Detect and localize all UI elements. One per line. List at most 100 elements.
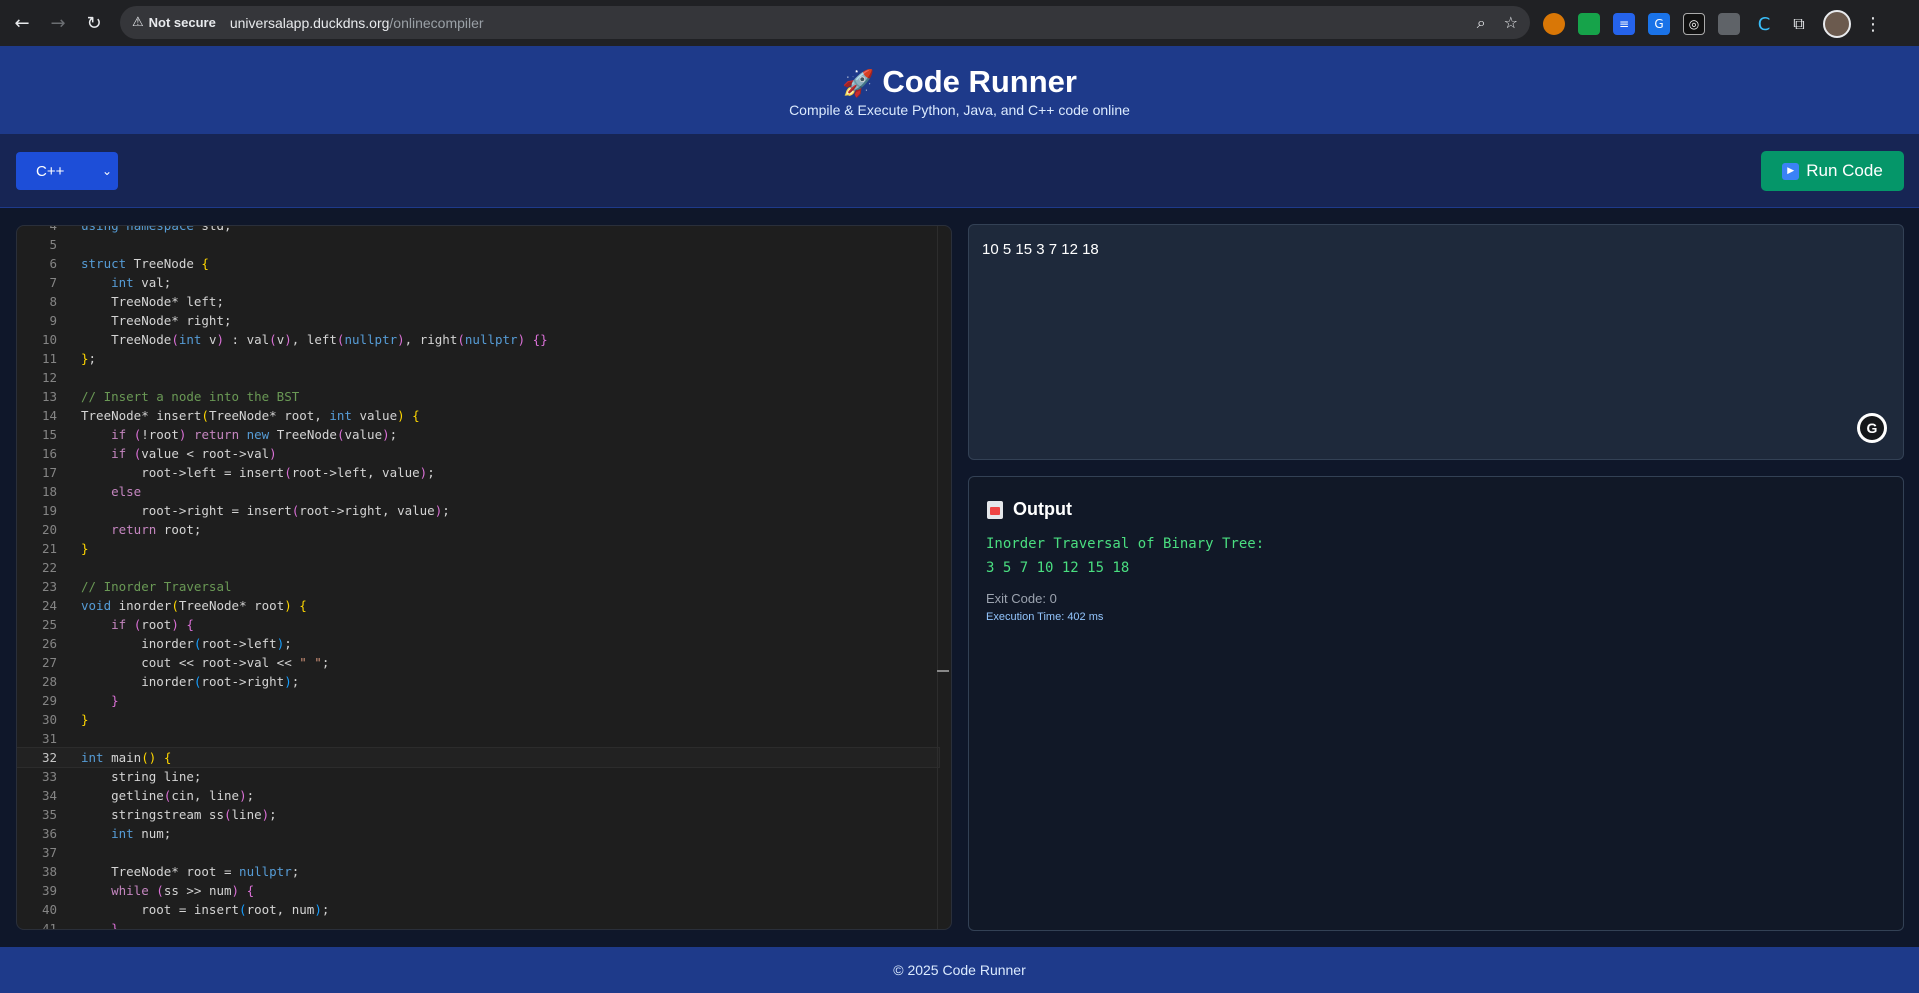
not-secure-chip[interactable]: ⚠ Not secure (132, 15, 216, 30)
code-line[interactable]: 27 cout << root->val << " "; (17, 653, 939, 672)
reload-icon[interactable]: ↻ (80, 9, 108, 37)
sliders-extension-icon[interactable]: ≡ (1613, 13, 1635, 35)
code-line[interactable]: 25 if (root) { (17, 615, 939, 634)
code-text: stringstream ss(line); (81, 807, 277, 822)
line-number: 5 (49, 237, 57, 252)
code-line[interactable]: 7 int val; (17, 273, 939, 292)
code-line[interactable]: 29 } (17, 691, 939, 710)
cookie-extension-icon[interactable] (1543, 13, 1565, 35)
translate-extension-icon[interactable]: G (1648, 13, 1670, 35)
code-line[interactable]: 8 TreeNode* left; (17, 292, 939, 311)
line-number: 20 (41, 522, 57, 537)
code-line[interactable]: 11}; (17, 349, 939, 368)
run-code-button[interactable]: ▶ Run Code (1761, 151, 1904, 191)
line-number: 41 (41, 921, 57, 930)
code-line[interactable]: 15 if (!root) return new TreeNode(value)… (17, 425, 939, 444)
line-number: 10 (41, 332, 57, 347)
profile-avatar[interactable] (1823, 10, 1851, 38)
program-output: Inorder Traversal of Binary Tree: 3 5 7 … (986, 536, 1265, 576)
code-line[interactable]: 38 TreeNode* root = nullptr; (17, 862, 939, 881)
url-path: /onlinecompiler (389, 14, 484, 31)
code-line[interactable]: 34 getline(cin, line); (17, 786, 939, 805)
execution-time: Execution Time: 402 ms (986, 611, 1104, 623)
code-text: if (value < root->val) (111, 446, 277, 461)
code-line[interactable]: 9 TreeNode* right; (17, 311, 939, 330)
line-number: 27 (41, 655, 57, 670)
app-title-text: Code Runner (882, 64, 1077, 99)
code-line[interactable]: 41 } (17, 919, 939, 930)
code-line[interactable]: 10 TreeNode(int v) : val(v), left(nullpt… (17, 330, 939, 349)
warning-icon: ⚠ (132, 15, 144, 30)
code-line[interactable]: 18 else (17, 482, 939, 501)
window-extension-icon[interactable] (1718, 13, 1740, 35)
code-text: if (!root) return new TreeNode(value); (111, 427, 398, 442)
line-number: 37 (41, 845, 57, 860)
bookmark-star-icon[interactable]: ☆ (1504, 13, 1518, 33)
code-line[interactable]: 17 root->left = insert(root->left, value… (17, 463, 939, 482)
code-line[interactable]: 14 TreeNode* insert(TreeNode* root, int v… (17, 406, 939, 425)
code-lines: 4 using namespace std; 5 6 struct TreeNode {… (17, 225, 940, 930)
code-line[interactable]: 28 inorder(root->right); (17, 672, 939, 691)
code-line[interactable]: 20 return root; (17, 520, 939, 539)
puzzle-extensions-icon[interactable]: ⧉ (1788, 13, 1810, 35)
line-number: 34 (41, 788, 57, 803)
folder-extension-icon[interactable] (1578, 13, 1600, 35)
code-line[interactable]: 32 int main() { (17, 747, 940, 768)
code-line[interactable]: 21} (17, 539, 939, 558)
code-text: void inorder(TreeNode* root) { (81, 598, 307, 613)
code-line[interactable]: 37 (17, 843, 939, 862)
spy-extension-icon[interactable]: ◎ (1683, 13, 1705, 35)
play-icon: ▶ (1782, 162, 1800, 180)
line-number: 15 (41, 427, 57, 442)
back-icon[interactable]: ← (8, 9, 36, 37)
code-line[interactable]: 19 root->right = insert(root->right, val… (17, 501, 939, 520)
browser-menu-icon[interactable]: ⋮ (1864, 14, 1882, 35)
line-number: 8 (49, 294, 57, 309)
code-line[interactable]: 22 (17, 558, 939, 577)
code-line[interactable]: 6 struct TreeNode { (17, 254, 939, 273)
code-line[interactable]: 24 void inorder(TreeNode* root) { (17, 596, 939, 615)
code-text: int val; (111, 275, 172, 290)
address-bar[interactable]: ⚠ Not secure universalapp.duckdns.org/on… (120, 6, 1530, 39)
not-secure-label: Not secure (148, 15, 216, 30)
output-title: Output (1013, 499, 1072, 519)
line-number: 32 (41, 750, 57, 765)
line-number: 30 (41, 712, 57, 727)
code-line[interactable]: 26 inorder(root->left); (17, 634, 939, 653)
code-line[interactable]: 39 while (ss >> num) { (17, 881, 939, 900)
code-line[interactable]: 36 int num; (17, 824, 939, 843)
url-text[interactable]: universalapp.duckdns.org/onlinecompiler (230, 15, 484, 31)
editor-scrollbar[interactable] (937, 226, 951, 929)
code-line[interactable]: 4 using namespace std; (17, 225, 939, 235)
code-line[interactable]: 12 (17, 368, 939, 387)
code-line[interactable]: 40 root = insert(root, num); (17, 900, 939, 919)
forward-icon[interactable]: → (44, 9, 72, 37)
stdin-input[interactable]: 10 5 15 3 7 12 18 G (968, 224, 1904, 460)
footer-text: © 2025 Code Runner (893, 962, 1026, 978)
code-line[interactable]: 13 // Insert a node into the BST (17, 387, 939, 406)
language-select[interactable]: C++ ⌄ (16, 152, 118, 190)
grammarly-icon[interactable]: G (1857, 413, 1887, 443)
code-text: TreeNode* right; (81, 313, 232, 328)
app-header: 🚀 Code Runner Compile & Execute Python, J… (0, 46, 1919, 134)
code-editor[interactable]: 4 using namespace std; 5 6 struct TreeNode {… (16, 225, 952, 930)
line-number: 18 (41, 484, 57, 499)
zoom-icon[interactable]: ⌕ (1477, 13, 1486, 33)
code-line[interactable]: 16 if (value < root->val) (17, 444, 939, 463)
code-text: root->left = insert(root->left, value); (81, 465, 435, 480)
code-text: TreeNode(int v) : val(v), left(nullptr),… (81, 332, 548, 347)
c-extension-icon[interactable]: C (1753, 13, 1775, 35)
code-line[interactable]: 5 (17, 235, 939, 254)
app-toolbar: C++ ⌄ ▶ Run Code (0, 134, 1919, 208)
code-line[interactable]: 35 stringstream ss(line); (17, 805, 939, 824)
code-line[interactable]: 33 string line; (17, 767, 939, 786)
code-line[interactable]: 31 (17, 729, 939, 748)
code-text: } (81, 712, 89, 727)
code-text: root = insert(root, num); (81, 902, 330, 917)
page-footer: © 2025 Code Runner (0, 947, 1919, 993)
line-number: 14 (41, 408, 57, 423)
code-text: using namespace std; (81, 225, 232, 233)
code-line[interactable]: 23 // Inorder Traversal (17, 577, 939, 596)
code-text: // Insert a node into the BST (81, 389, 300, 404)
code-line[interactable]: 30} (17, 710, 939, 729)
